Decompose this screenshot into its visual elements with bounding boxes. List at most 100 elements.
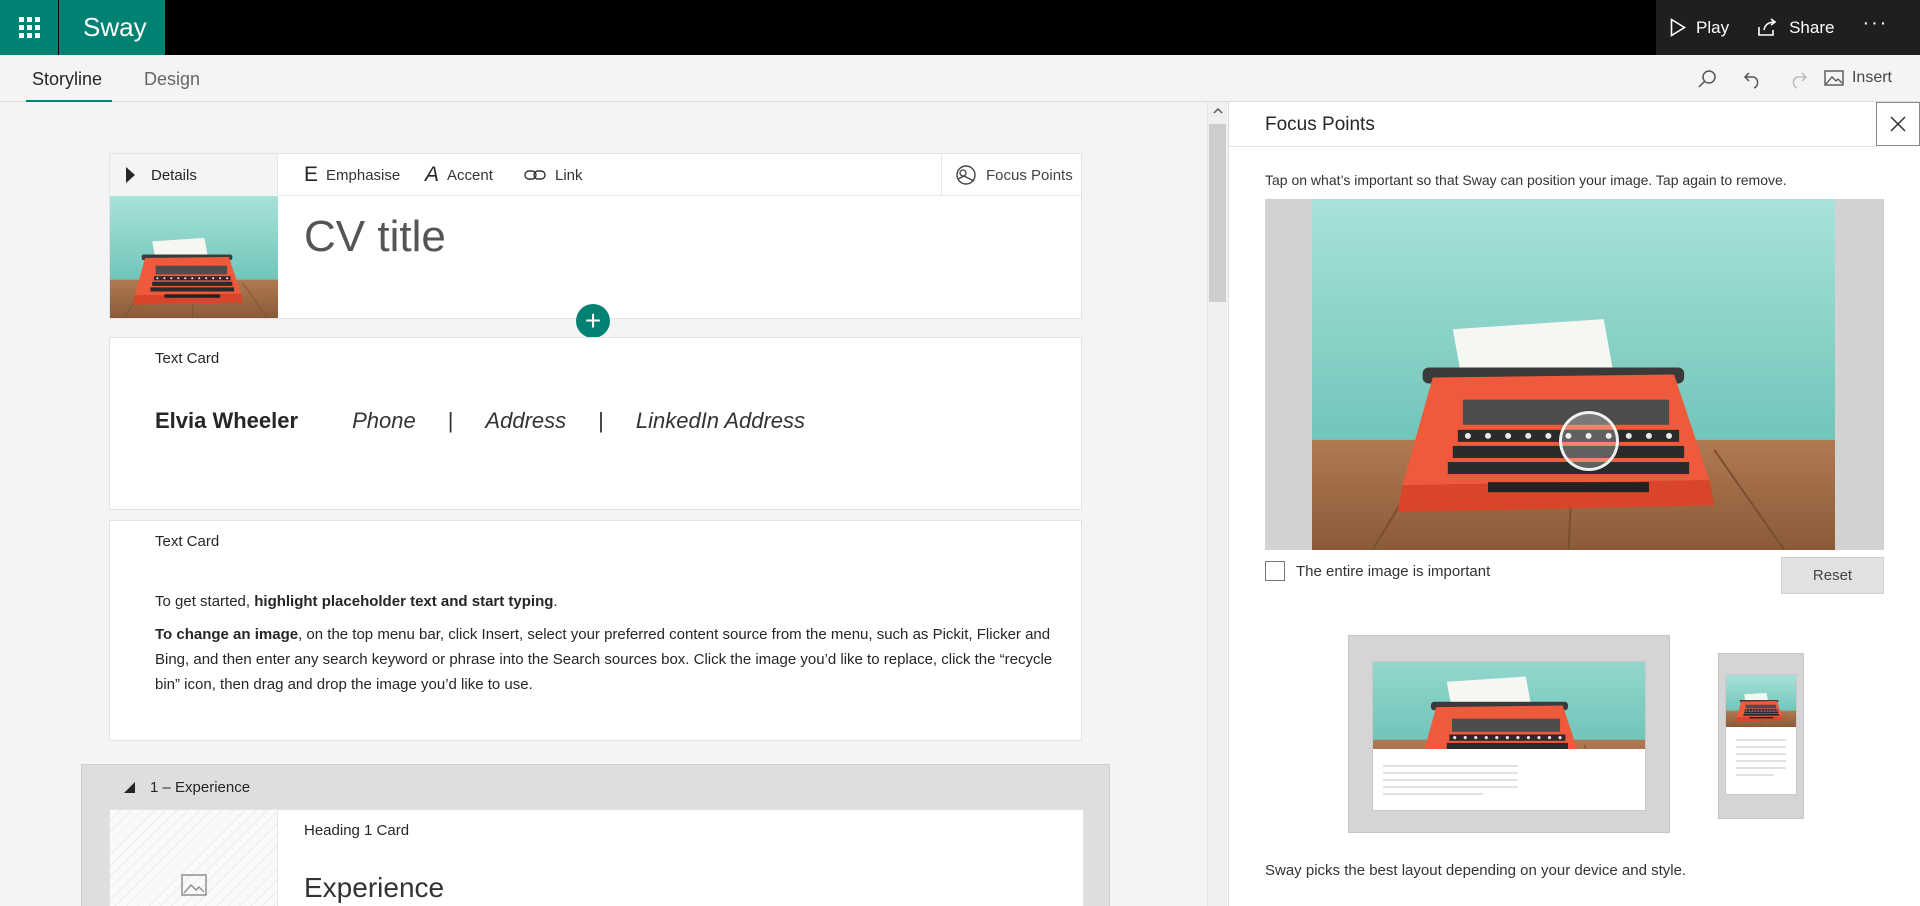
- tab-storyline[interactable]: Storyline: [32, 69, 102, 90]
- accent-button[interactable]: A Accent: [425, 154, 493, 196]
- reset-button[interactable]: Reset: [1781, 557, 1884, 594]
- focus-points-button[interactable]: Focus Points: [941, 154, 1081, 196]
- entire-image-checkbox[interactable]: [1265, 561, 1285, 581]
- accent-icon: A: [425, 163, 440, 186]
- accent-label: Accent: [447, 166, 493, 184]
- close-panel-button[interactable]: [1876, 102, 1920, 146]
- p2-bold: To change an image: [155, 626, 299, 643]
- panel-help-text: Tap on what’s important so that Sway can…: [1265, 172, 1787, 188]
- mobile-preview-screen: [1725, 674, 1797, 795]
- instruction-paragraph-1[interactable]: To get started, highlight placeholder te…: [155, 589, 1055, 614]
- section-title: 1 – Experience: [150, 778, 251, 796]
- share-button[interactable]: Share: [1743, 0, 1848, 55]
- emphasise-icon: E: [304, 163, 319, 186]
- undo-icon: [1743, 72, 1759, 89]
- preview-text-line: [1736, 739, 1786, 741]
- mobile-preview: [1718, 653, 1804, 819]
- p1-prefix: To get started,: [155, 593, 255, 610]
- image-placeholder-icon: [181, 874, 207, 896]
- preview-text-line: [1736, 774, 1774, 776]
- insert-label: Insert: [1851, 69, 1892, 86]
- card-format-toolbar: Details E Emphasise A Accent Link Focus …: [110, 154, 1081, 196]
- entire-image-label: The entire image is important: [1296, 562, 1491, 580]
- preview-text-line: [1736, 753, 1786, 755]
- card-type-label: Text Card: [155, 350, 220, 367]
- focus-image[interactable]: [1312, 199, 1835, 550]
- contact-separator: |: [447, 408, 454, 433]
- collapse-arrow-icon: [124, 781, 135, 793]
- app-name[interactable]: Sway: [59, 0, 165, 55]
- waffle-icon: [18, 17, 40, 38]
- share-label: Share: [1789, 17, 1835, 37]
- search-button[interactable]: [1695, 67, 1719, 91]
- storyline-canvas: Details E Emphasise A Accent Link Focus …: [0, 102, 1228, 906]
- desktop-preview: [1348, 635, 1670, 833]
- scroll-up-icon[interactable]: [1211, 104, 1225, 118]
- focus-image-frame[interactable]: [1265, 199, 1884, 550]
- panel-title: Focus Points: [1265, 114, 1375, 135]
- preview-text-line: [1383, 765, 1518, 767]
- panel-divider: [1229, 146, 1877, 147]
- tab-design[interactable]: Design: [144, 69, 200, 90]
- redo-icon: [1792, 72, 1808, 89]
- text-card-instructions[interactable]: Text Card To get started, highlight plac…: [109, 520, 1082, 741]
- preview-text-line: [1383, 772, 1518, 774]
- preview-text-line: [1383, 786, 1518, 788]
- heading-card[interactable]: Heading 1 Card Experience: [109, 809, 1084, 906]
- cv-title[interactable]: CV title: [304, 212, 446, 262]
- section-experience: 1 – Experience Heading 1 Card Experience: [81, 764, 1110, 906]
- focus-points-label: Focus Points: [986, 166, 1073, 184]
- link-label: Link: [555, 166, 583, 184]
- contact-linkedin[interactable]: LinkedIn Address: [636, 408, 805, 434]
- focus-points-panel: Focus Points Tap on what’s important so …: [1228, 102, 1920, 906]
- card-type-label: Text Card: [155, 533, 220, 550]
- mobile-preview-image: [1726, 675, 1796, 727]
- redo-button[interactable]: [1786, 67, 1810, 91]
- contact-address[interactable]: Address: [485, 408, 566, 434]
- preview-text-line: [1736, 760, 1786, 762]
- top-actions: Play Share ···: [1656, 0, 1920, 55]
- empty-image-placeholder[interactable]: [110, 810, 278, 906]
- p1-bold: highlight placeholder text and start typ…: [254, 593, 554, 610]
- card-type-label: Heading 1 Card: [304, 822, 410, 839]
- desktop-preview-image: [1373, 662, 1645, 749]
- instruction-paragraph-2[interactable]: To change an image, on the top menu bar,…: [155, 622, 1055, 697]
- link-button[interactable]: Link: [524, 154, 583, 196]
- add-card-button[interactable]: +: [576, 304, 610, 338]
- desktop-preview-screen: [1372, 661, 1646, 811]
- play-icon: [1670, 18, 1686, 37]
- more-options-button[interactable]: ···: [1848, 12, 1904, 43]
- play-button[interactable]: Play: [1656, 0, 1743, 55]
- insert-button[interactable]: Insert: [1824, 69, 1892, 87]
- top-bar: Sway Play Share ···: [0, 0, 1920, 55]
- heading-text[interactable]: Experience: [304, 872, 444, 904]
- share-icon: [1758, 18, 1777, 36]
- preview-text-line: [1383, 779, 1518, 781]
- emphasise-label: Emphasise: [326, 166, 401, 184]
- contact-name[interactable]: Elvia Wheeler: [155, 408, 298, 434]
- expand-arrow-icon: [126, 167, 135, 183]
- preview-text-line: [1736, 746, 1786, 748]
- details-label: Details: [151, 166, 197, 184]
- title-card[interactable]: Details E Emphasise A Accent Link Focus …: [109, 153, 1082, 319]
- focus-points-icon: [956, 165, 976, 185]
- details-toggle[interactable]: Details: [110, 154, 278, 196]
- focus-point-marker[interactable]: [1559, 411, 1619, 471]
- section-header[interactable]: 1 – Experience: [82, 765, 1109, 809]
- undo-button[interactable]: [1741, 67, 1765, 91]
- p1-suffix: .: [553, 593, 558, 610]
- contact-phone[interactable]: Phone: [352, 408, 416, 434]
- title-card-image[interactable]: [110, 196, 278, 318]
- entire-image-option[interactable]: The entire image is important: [1265, 561, 1490, 581]
- app-launcher-button[interactable]: [0, 0, 58, 55]
- contact-separator: |: [598, 408, 604, 433]
- close-icon: [1890, 116, 1906, 132]
- link-icon: [524, 170, 546, 180]
- text-card-contact[interactable]: Text Card Elvia Wheeler Phone | Address …: [109, 337, 1082, 510]
- play-label: Play: [1696, 17, 1730, 37]
- panel-footer-text: Sway picks the best layout depending on …: [1265, 862, 1687, 879]
- scrollbar-thumb[interactable]: [1209, 124, 1226, 302]
- image-icon: [1824, 70, 1844, 86]
- emphasise-button[interactable]: E Emphasise: [304, 154, 400, 196]
- plus-icon: +: [584, 305, 602, 336]
